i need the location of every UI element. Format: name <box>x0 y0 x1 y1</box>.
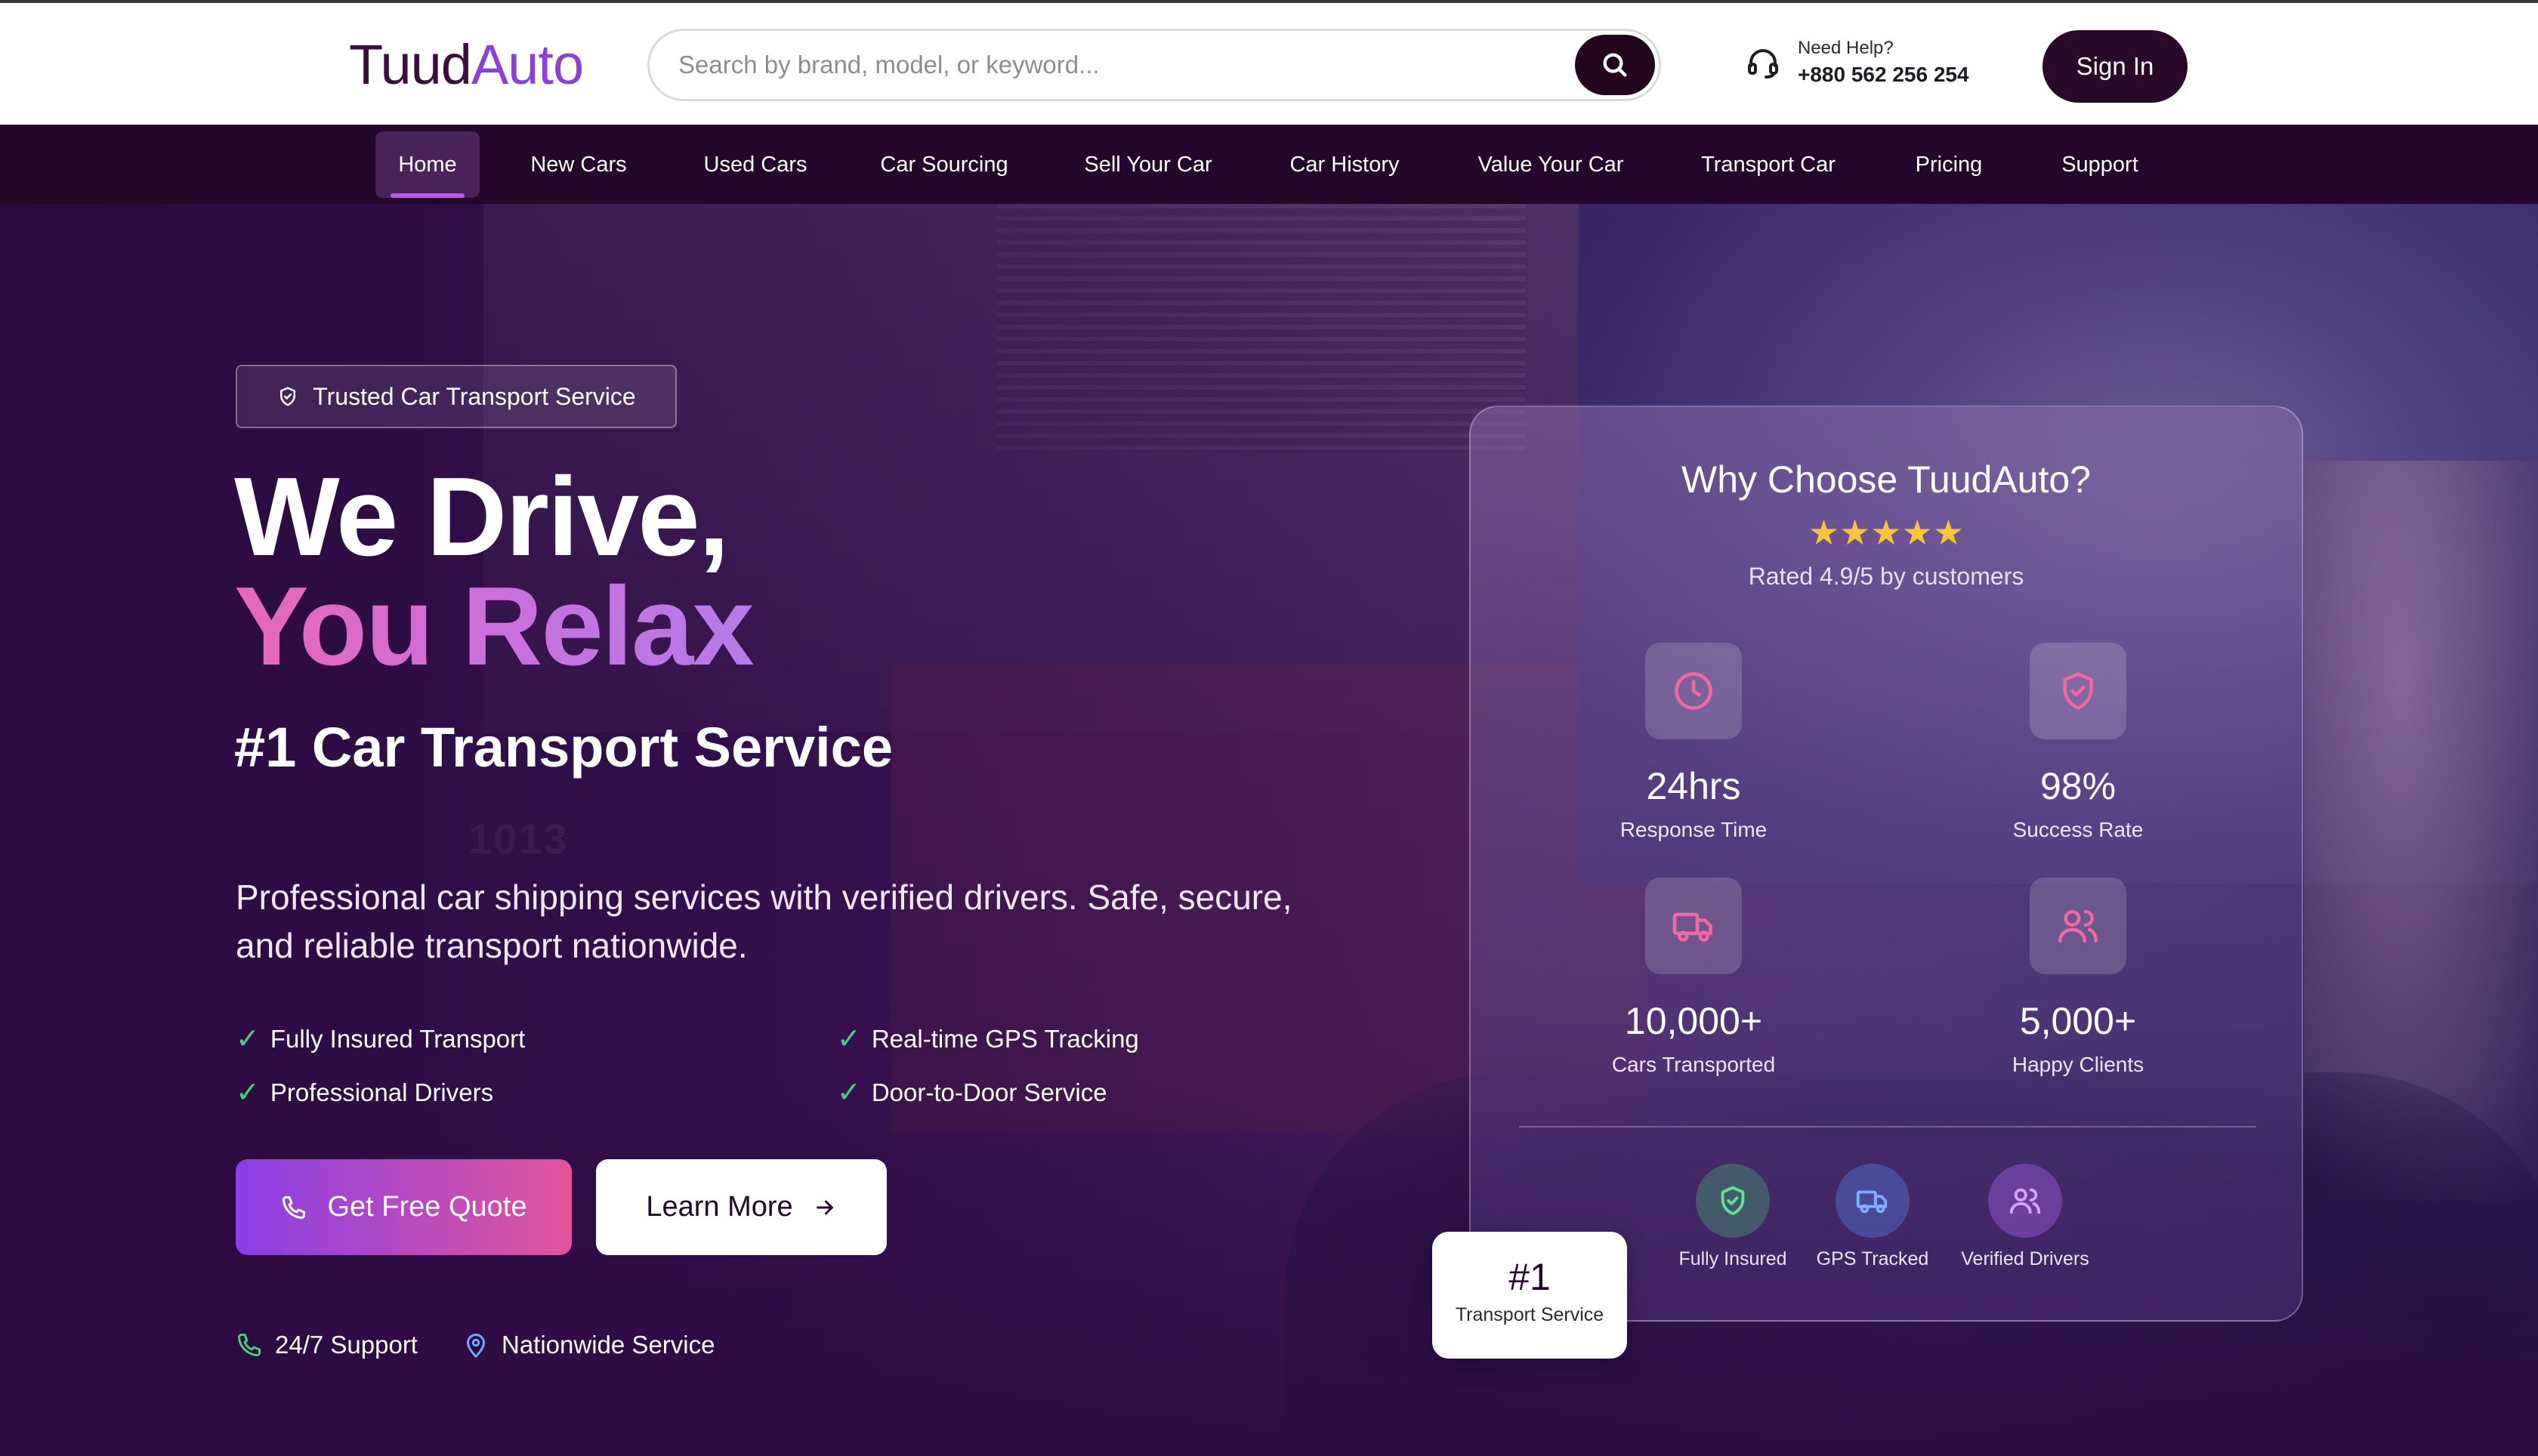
headset-icon <box>1748 49 1778 79</box>
stat-value: 5,000+ <box>2019 1000 2137 1042</box>
logo[interactable]: TuudAuto <box>349 32 584 98</box>
logo-part-1: Tuud <box>349 33 472 96</box>
shield-icon <box>280 387 296 406</box>
feature-item: ✓ Door-to-Door Service <box>837 1075 1107 1109</box>
truck-icon <box>1836 1164 1910 1238</box>
site-header: TuudAuto Need Help? +880 562 256 254 Sig… <box>0 0 2538 125</box>
stat-value: 98% <box>2039 765 2117 807</box>
rank-label: Transport Service <box>1455 1304 1604 1325</box>
feature-label: Door-to-Door Service <box>871 1078 1107 1106</box>
hero-title-line-2: You Relax <box>234 564 755 689</box>
stat-label: Cars Transported <box>1611 1053 1776 1076</box>
feature-label: Professional Drivers <box>270 1078 494 1106</box>
nav-item-new-cars[interactable]: New Cars <box>518 131 639 198</box>
card-divider <box>1519 1126 2256 1127</box>
nav-item-value-your-car[interactable]: Value Your Car <box>1465 131 1636 198</box>
feature-item: ✓ Fully Insured Transport <box>236 1022 525 1056</box>
stat-label: Success Rate <box>2012 818 2144 841</box>
badge-label: GPS Tracked <box>1816 1248 1929 1269</box>
learn-more-button[interactable]: Learn More <box>596 1159 887 1255</box>
badge-gps-tracked: GPS Tracked <box>1789 1164 1956 1270</box>
get-free-quote-button[interactable]: Get Free Quote <box>236 1159 572 1255</box>
stat-response-time: 24hrs Response Time <box>1542 643 1845 845</box>
nav-item-car-sourcing[interactable]: Car Sourcing <box>869 131 1020 198</box>
logo-part-2: Auto <box>471 33 584 96</box>
nav-item-car-history[interactable]: Car History <box>1277 131 1413 198</box>
phone-icon <box>238 1334 261 1356</box>
shield-check-icon <box>1696 1164 1770 1238</box>
help-label: Need Help? <box>1798 38 1894 58</box>
users-icon <box>2030 878 2126 974</box>
nationwide-label: Nationwide Service <box>502 1331 715 1359</box>
stat-value: 10,000+ <box>1624 1000 1763 1042</box>
stat-label: Response Time <box>1619 818 1768 841</box>
rating-text: Rated 4.9/5 by customers <box>1748 563 2024 590</box>
arrow-right-icon <box>816 1200 834 1214</box>
learn-more-label: Learn More <box>646 1191 793 1223</box>
card-title: Why Choose TuudAuto? <box>1681 458 2091 501</box>
stat-label: Happy Clients <box>2012 1053 2144 1076</box>
help-phone[interactable]: +880 562 256 254 <box>1798 60 1969 89</box>
feature-item: ✓ Professional Drivers <box>236 1075 493 1109</box>
truck-icon <box>1645 878 1742 974</box>
why-choose-card: Why Choose TuudAuto? ★★★★★ Rated 4.9/5 b… <box>1469 406 2303 1322</box>
feature-label: Real-time GPS Tracking <box>871 1024 1139 1053</box>
main-nav: Home New Cars Used Cars Car Sourcing Sel… <box>0 125 2538 204</box>
rating-stars-icon: ★★★★★ <box>1808 513 1965 552</box>
feature-item: ✓ Real-time GPS Tracking <box>837 1022 1139 1056</box>
phone-icon <box>283 1195 306 1219</box>
clock-icon <box>1645 643 1742 739</box>
check-icon: ✓ <box>236 1023 260 1055</box>
nav-item-sell-your-car[interactable]: Sell Your Car <box>1065 131 1231 198</box>
sign-in-button[interactable]: Sign In <box>2042 30 2188 103</box>
shield-check-icon <box>2030 643 2126 739</box>
users-icon <box>1988 1164 2062 1238</box>
trusted-badge: Trusted Car Transport Service <box>236 365 677 428</box>
nationwide-info: Nationwide Service <box>462 1331 715 1359</box>
search-icon <box>1603 53 1627 77</box>
stat-value: 24hrs <box>1646 765 1741 807</box>
hero-title-line-1: We Drive, <box>234 455 730 579</box>
get-free-quote-label: Get Free Quote <box>327 1191 527 1223</box>
search-input[interactable] <box>678 43 1532 87</box>
search-bar <box>647 29 1661 101</box>
feature-label: Fully Insured Transport <box>270 1024 526 1053</box>
check-icon: ✓ <box>837 1023 861 1055</box>
stat-happy-clients: 5,000+ Happy Clients <box>1927 878 2229 1080</box>
stat-cars-transported: 10,000+ Cars Transported <box>1542 878 1845 1080</box>
stat-success-rate: 98% Success Rate <box>1927 643 2229 845</box>
nav-item-used-cars[interactable]: Used Cars <box>687 131 823 198</box>
help-contact[interactable]: Need Help? +880 562 256 254 <box>1745 36 1969 89</box>
check-icon: ✓ <box>837 1077 861 1109</box>
nav-item-support[interactable]: Support <box>2047 131 2153 198</box>
map-pin-icon <box>466 1334 486 1359</box>
trusted-badge-label: Trusted Car Transport Service <box>313 382 636 410</box>
nav-item-transport-car[interactable]: Transport Car <box>1689 131 1848 198</box>
hero-description: Professional car shipping services with … <box>236 878 1292 965</box>
support-label: 24/7 Support <box>275 1331 418 1359</box>
rank-number: #1 <box>1508 1256 1551 1298</box>
badge-label: Verified Drivers <box>1961 1248 2089 1269</box>
nav-item-home[interactable]: Home <box>375 131 480 198</box>
nav-item-pricing[interactable]: Pricing <box>1904 131 1994 198</box>
rank-badge: #1 Transport Service <box>1432 1232 1627 1359</box>
badge-verified-drivers: Verified Drivers <box>1942 1164 2108 1270</box>
search-button[interactable] <box>1575 35 1655 95</box>
support-info: 24/7 Support <box>236 1331 418 1359</box>
check-icon: ✓ <box>236 1077 260 1109</box>
hero-subtitle: #1 Car Transport Service <box>234 716 893 779</box>
